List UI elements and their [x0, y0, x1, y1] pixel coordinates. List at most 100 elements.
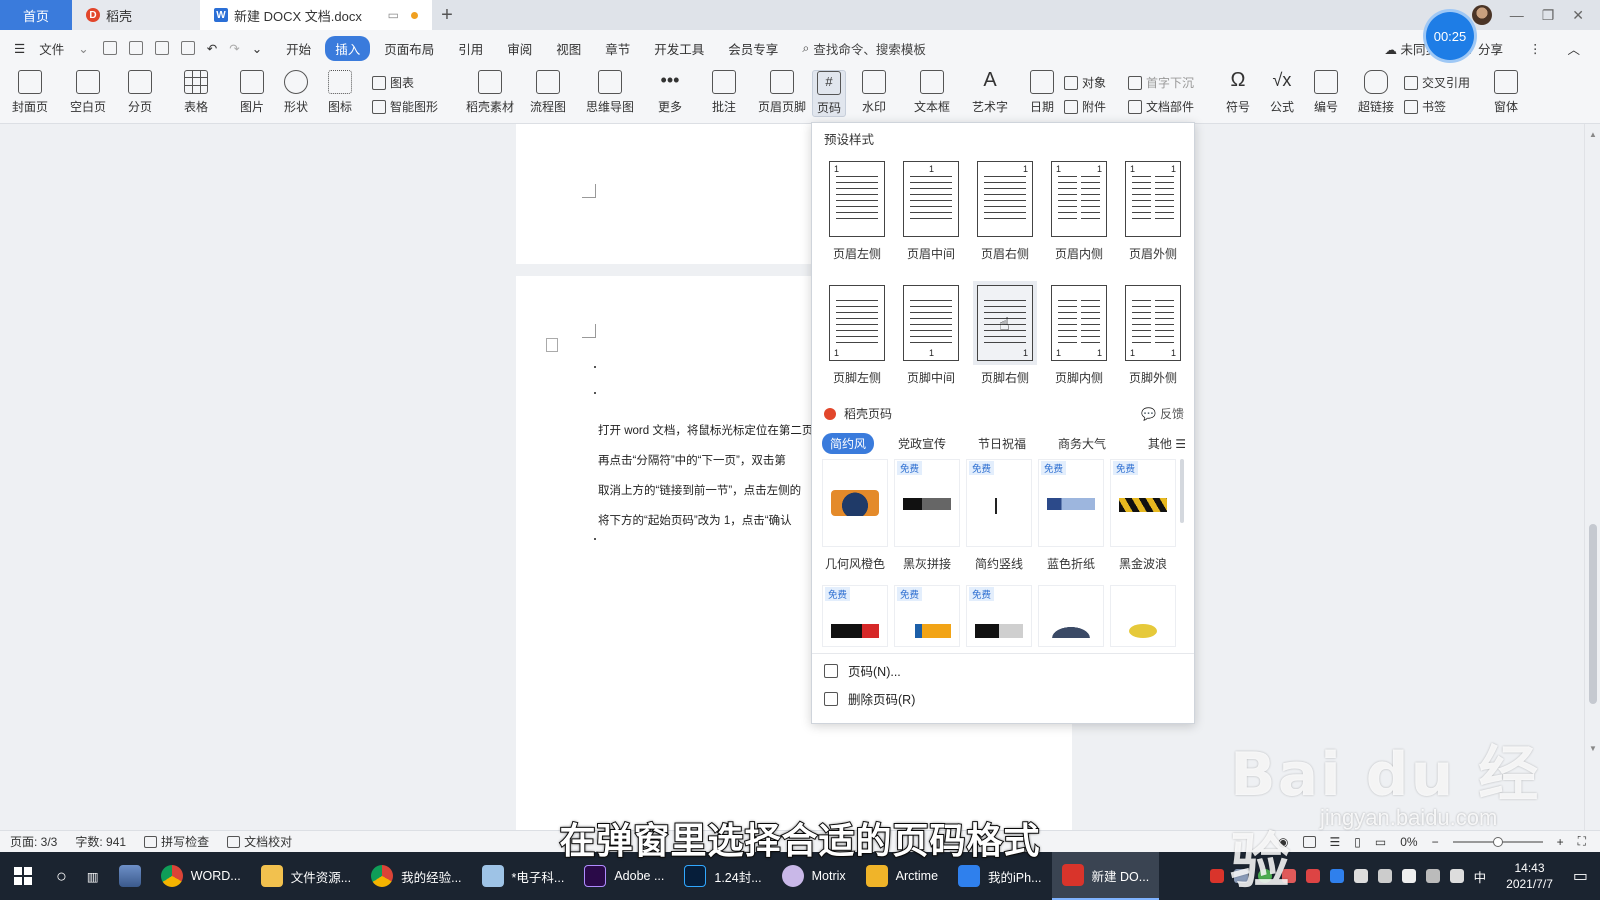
minimize-icon[interactable]: —	[1510, 7, 1524, 23]
tab-document[interactable]: W 新建 DOCX 文档.docx ▭	[200, 0, 432, 30]
window-form-button[interactable]: 窗体	[1494, 70, 1518, 115]
category-festival[interactable]: 节日祝福	[970, 433, 1034, 454]
templates-scrollbar[interactable]	[1180, 459, 1184, 523]
template-simple-vertical[interactable]: 免费	[966, 459, 1032, 547]
header-footer-button[interactable]: 页眉页脚	[758, 70, 806, 115]
wps-tray-icon[interactable]	[1209, 869, 1224, 883]
cover-page-button[interactable]: 封面页	[12, 70, 48, 115]
vertical-scrollbar[interactable]: ▲ ▼	[1584, 124, 1600, 830]
preset-footer-left[interactable]: 1 页脚左侧	[824, 285, 890, 386]
table-button[interactable]: 表格	[184, 70, 208, 115]
template-black-gray[interactable]: 免费	[894, 459, 960, 547]
preset-header-outside[interactable]: 11 页眉外侧	[1120, 161, 1186, 262]
tab-home[interactable]: 首页	[0, 0, 72, 30]
menu-page-layout[interactable]: 页面布局	[374, 36, 444, 61]
preset-header-right[interactable]: 1 页眉右侧	[972, 161, 1038, 262]
paragraph-layout-icon[interactable]	[546, 338, 558, 352]
preset-header-center[interactable]: 1 页眉中间	[898, 161, 964, 262]
template-geometric-orange[interactable]	[822, 459, 888, 547]
icon-button[interactable]: 图标	[328, 70, 352, 115]
scroll-up-icon[interactable]: ▲	[1589, 130, 1597, 139]
document-canvas[interactable]: 打开 word 文档，将鼠标光标定位在第二页 再点击“分隔符”中的“下一页”，双…	[0, 124, 1584, 830]
feedback-button[interactable]: 💬 反馈	[1141, 405, 1184, 422]
command-search[interactable]: ⌕ 查找命令、搜索模板	[792, 39, 936, 58]
customize-icon[interactable]: ⌄	[252, 41, 262, 56]
template-blue-fold[interactable]: 免费	[1038, 459, 1104, 547]
crossref-button[interactable]: 交叉引用	[1404, 74, 1470, 91]
date-button[interactable]: 日期	[1030, 70, 1054, 115]
hyperlink-button[interactable]: 超链接	[1358, 70, 1394, 115]
save-icon[interactable]	[102, 41, 117, 55]
more-dots-icon: •••	[660, 70, 680, 90]
comment-label: 批注	[712, 100, 737, 114]
textbox-button[interactable]: 文本框	[914, 70, 950, 115]
bookmark-button[interactable]: 书签	[1404, 98, 1446, 115]
file-menu[interactable]: 文件	[29, 36, 74, 61]
chart-button[interactable]: 图表	[372, 74, 414, 91]
attachment-button[interactable]: 附件	[1064, 98, 1106, 115]
shape-button[interactable]: 形状	[284, 70, 308, 115]
wordart-button[interactable]: A 艺术字	[972, 70, 1008, 115]
document-body-text[interactable]: 打开 word 文档，将鼠标光标定位在第二页 再点击“分隔符”中的“下一页”，双…	[598, 416, 838, 536]
template-yellow-fish[interactable]	[1110, 585, 1176, 647]
category-party[interactable]: 党政宣传	[890, 433, 954, 454]
symbol-button[interactable]: Ω 符号	[1226, 70, 1250, 115]
menu-insert[interactable]: 插入	[325, 35, 371, 61]
dropcap-button[interactable]: 首字下沉	[1128, 74, 1194, 91]
template-black-gray-2[interactable]: 免费	[966, 585, 1032, 647]
preset-footer-right[interactable]: 1 页脚右侧	[972, 285, 1038, 386]
docpart-button[interactable]: 文档部件	[1128, 98, 1194, 115]
more-button[interactable]: ••• 更多	[658, 70, 682, 115]
blank-page-button[interactable]: 空白页	[70, 70, 106, 115]
avatar[interactable]	[1471, 5, 1492, 25]
template-black-gold-wave[interactable]: 免费	[1110, 459, 1176, 547]
page-number-button[interactable]: # 页码	[812, 70, 847, 117]
menu-review[interactable]: 审阅	[497, 36, 542, 61]
category-business[interactable]: 商务大气	[1050, 433, 1114, 454]
menu-start[interactable]: 开始	[276, 36, 321, 61]
preset-header-inside[interactable]: 11 页眉内侧	[1046, 161, 1112, 262]
new-tab-button[interactable]: +	[432, 0, 462, 30]
preset-footer-inside[interactable]: 11 页脚内侧	[1046, 285, 1112, 386]
preset-header-left[interactable]: 1 页眉左侧	[824, 161, 890, 262]
undo-icon[interactable]: ↶	[207, 41, 217, 56]
formula-button[interactable]: √x 公式	[1270, 70, 1294, 115]
preset-footer-center[interactable]: 1 页脚中间	[898, 285, 964, 386]
hamburger-icon[interactable]: ☰	[14, 41, 25, 56]
mindmap-button[interactable]: 思维导图	[586, 70, 634, 115]
print-preview-icon[interactable]	[180, 41, 195, 55]
menu-member[interactable]: 会员专享	[718, 36, 788, 61]
table-icon	[184, 70, 208, 94]
menu-view[interactable]: 视图	[546, 36, 591, 61]
menu-developer[interactable]: 开发工具	[644, 36, 714, 61]
delete-page-number-command[interactable]: 删除页码(R)	[824, 689, 915, 708]
more-options-icon[interactable]: ⋮	[1529, 41, 1542, 56]
numbering-button[interactable]: 编号	[1314, 70, 1338, 115]
daoke-material-button[interactable]: 稻壳素材	[466, 70, 514, 115]
watermark-button[interactable]: 水印	[862, 70, 886, 115]
template-red-black[interactable]: 免费	[822, 585, 888, 647]
preset-footer-outside[interactable]: 11 页脚外侧	[1120, 285, 1186, 386]
category-simple[interactable]: 简约风	[822, 433, 875, 454]
menu-section[interactable]: 章节	[595, 36, 640, 61]
monitor-icon[interactable]: ▭	[388, 8, 399, 22]
comment-button[interactable]: 批注	[712, 70, 736, 115]
collapse-ribbon-icon[interactable]: ︿	[1567, 39, 1580, 58]
template-orange-blue[interactable]: 免费	[894, 585, 960, 647]
template-mountain[interactable]	[1038, 585, 1104, 647]
category-other[interactable]: 其他 ☰	[1148, 435, 1186, 452]
restore-icon[interactable]: ❐	[1542, 7, 1555, 24]
redo-icon[interactable]: ↷	[229, 41, 239, 56]
picture-button[interactable]: 图片	[240, 70, 264, 115]
close-icon[interactable]: ✕	[1572, 7, 1584, 24]
tab-daoke[interactable]: D 稻壳	[72, 0, 200, 30]
flowchart-button[interactable]: 流程图	[530, 70, 566, 115]
page-number-settings-command[interactable]: 页码(N)...	[824, 661, 901, 680]
menu-references[interactable]: 引用	[448, 36, 493, 61]
export-icon[interactable]	[128, 41, 143, 55]
scroll-thumb[interactable]	[1589, 524, 1597, 704]
object-button[interactable]: 对象	[1064, 74, 1106, 91]
smartart-button[interactable]: 智能图形	[372, 98, 438, 115]
page-break-button[interactable]: 分页	[128, 70, 152, 115]
print-icon[interactable]	[154, 41, 169, 55]
